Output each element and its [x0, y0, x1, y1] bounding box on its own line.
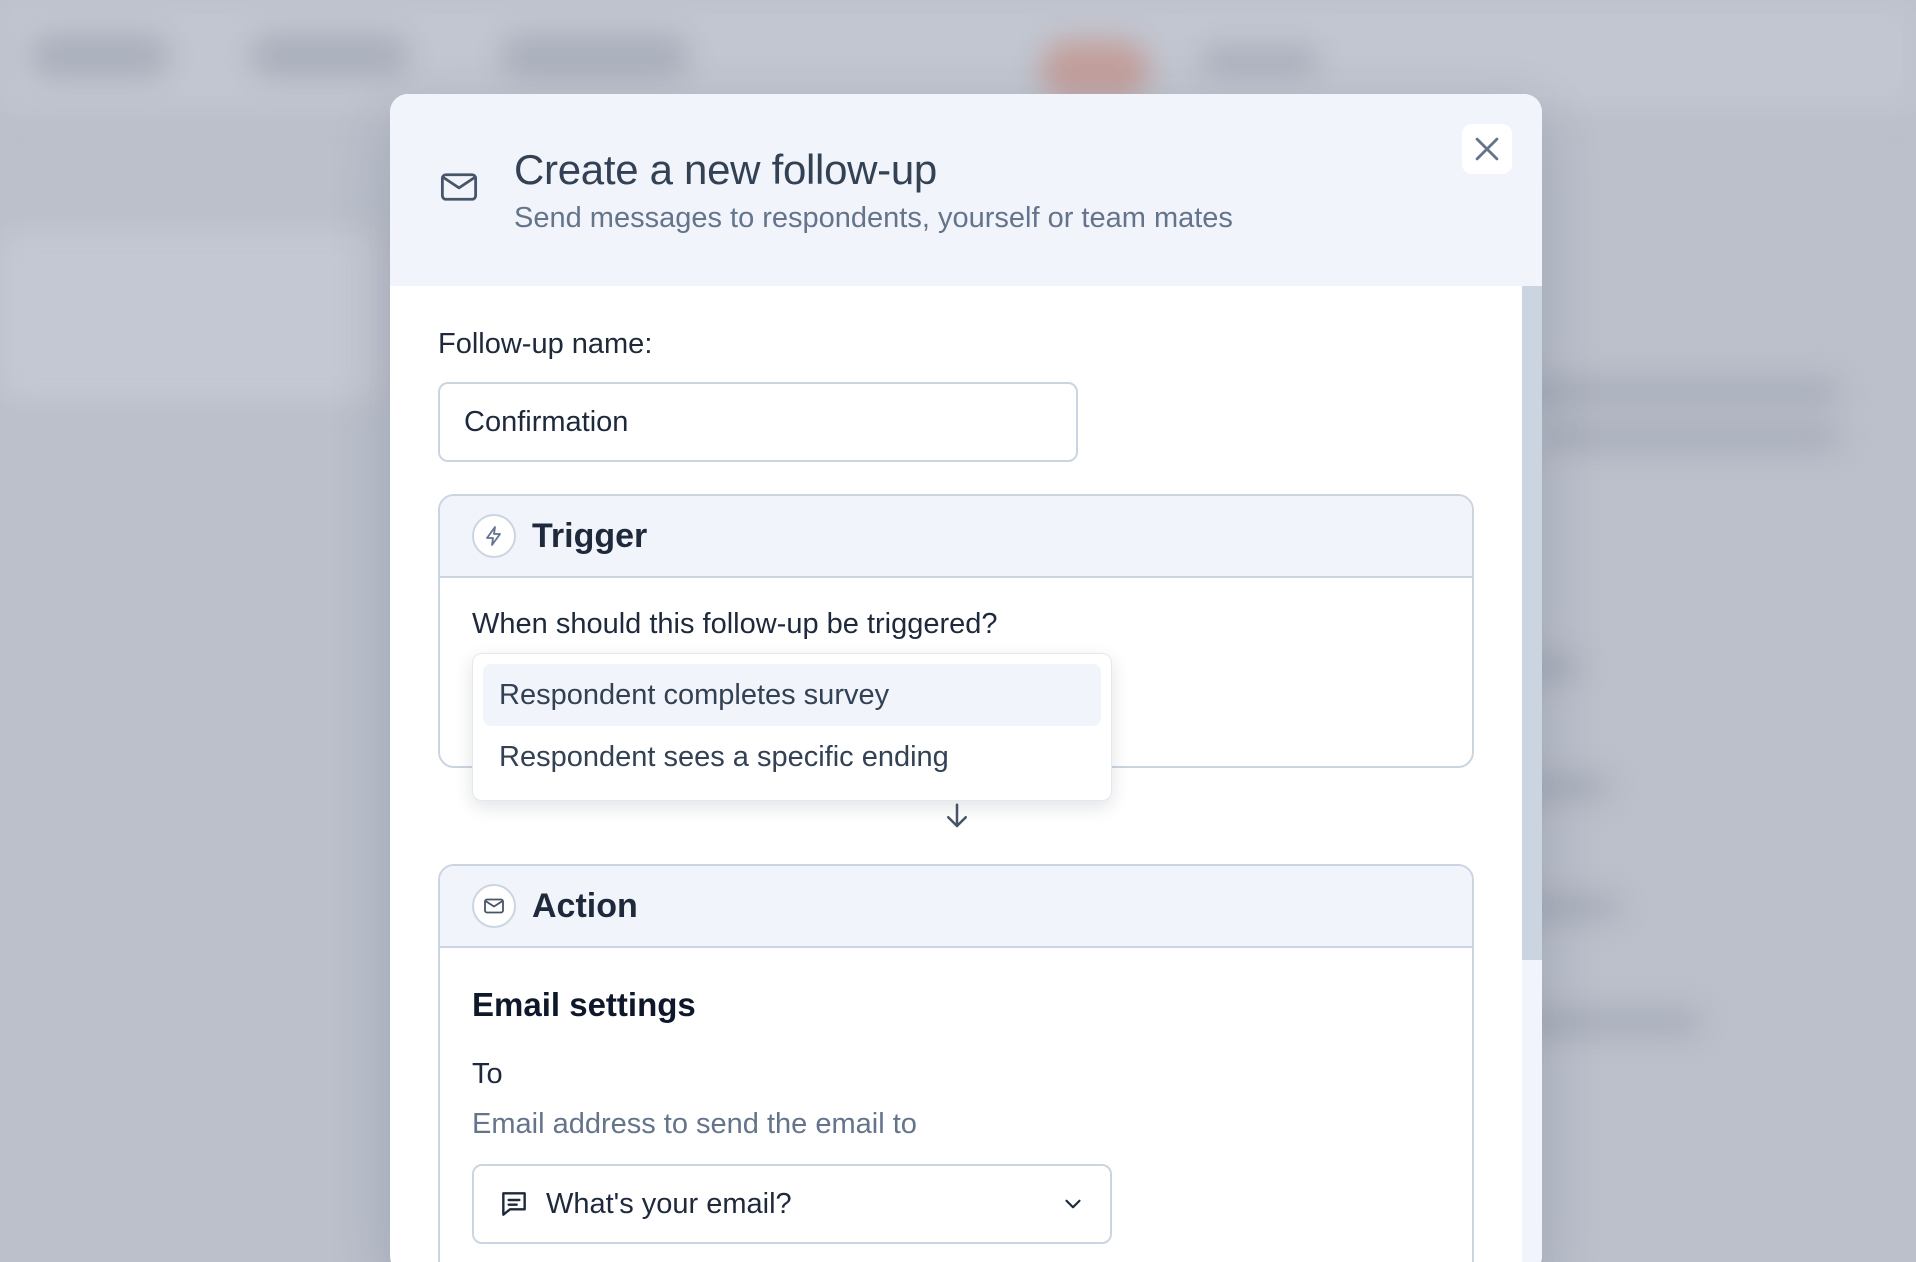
follow-up-name-input[interactable] [438, 382, 1078, 462]
follow-up-name-label: Follow-up name: [438, 328, 653, 360]
trigger-card-header: Trigger [440, 496, 1472, 578]
lightning-icon [486, 526, 501, 546]
message-square-icon [502, 1192, 526, 1216]
trigger-question: When should this follow-up be triggered? [472, 608, 998, 640]
action-card: Action Email settings To Email address t… [438, 864, 1474, 1262]
to-select-value: What's your email? [546, 1187, 792, 1220]
dropdown-option-completes-survey[interactable]: Respondent completes survey [483, 664, 1101, 726]
trigger-dropdown-menu: Respondent completes survey Respondent s… [472, 653, 1112, 801]
close-button[interactable] [1462, 124, 1512, 174]
modal-scrollbar-thumb[interactable] [1522, 286, 1542, 960]
chevron-down-icon [1065, 1199, 1081, 1209]
close-icon [1475, 137, 1499, 161]
mail-icon [484, 898, 504, 914]
to-label: To [472, 1058, 503, 1090]
mail-icon [440, 173, 478, 201]
action-icon-badge [472, 884, 516, 928]
dropdown-option-specific-ending[interactable]: Respondent sees a specific ending [483, 726, 1101, 788]
arrow-down-icon [947, 803, 967, 828]
email-settings-heading: Email settings [472, 986, 696, 1023]
action-card-header: Action [440, 866, 1472, 948]
trigger-title: Trigger [532, 516, 648, 555]
modal-title: Create a new follow-up [514, 146, 937, 193]
modal-header: Create a new follow-up Send messages to … [390, 94, 1542, 286]
trigger-icon-badge [472, 514, 516, 558]
action-title: Action [532, 886, 638, 925]
modal-subtitle: Send messages to respondents, yourself o… [514, 202, 1233, 234]
to-select[interactable]: What's your email? [472, 1164, 1112, 1244]
to-help-text: Email address to send the email to [472, 1108, 917, 1140]
